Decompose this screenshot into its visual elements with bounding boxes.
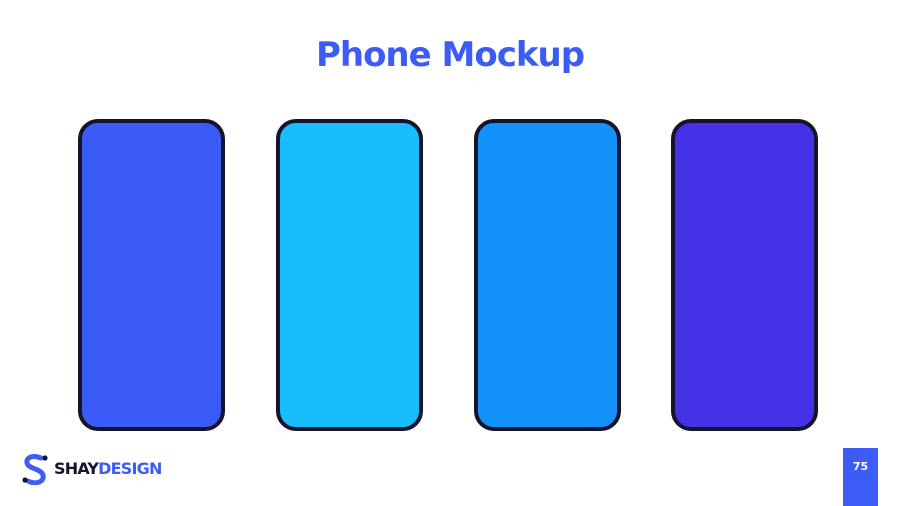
s-monogram-icon bbox=[22, 454, 48, 485]
brand-name-part2: DESIGN bbox=[98, 459, 162, 478]
phone-mockup-4 bbox=[671, 119, 818, 431]
phone-mockup-1 bbox=[78, 119, 225, 431]
page-number-badge: 75 bbox=[843, 448, 878, 506]
brand-logo: SHAY DESIGN bbox=[21, 453, 162, 485]
page-number: 75 bbox=[852, 460, 869, 473]
brand-name: SHAY DESIGN bbox=[54, 453, 162, 485]
phone-mockup-2 bbox=[276, 119, 423, 431]
slide: Phone Mockup SHAY DESIGN 75 bbox=[0, 0, 900, 506]
brand-name-part1: SHAY bbox=[54, 459, 99, 478]
slide-title: Phone Mockup bbox=[315, 35, 585, 75]
phone-mockup-3 bbox=[474, 119, 621, 431]
